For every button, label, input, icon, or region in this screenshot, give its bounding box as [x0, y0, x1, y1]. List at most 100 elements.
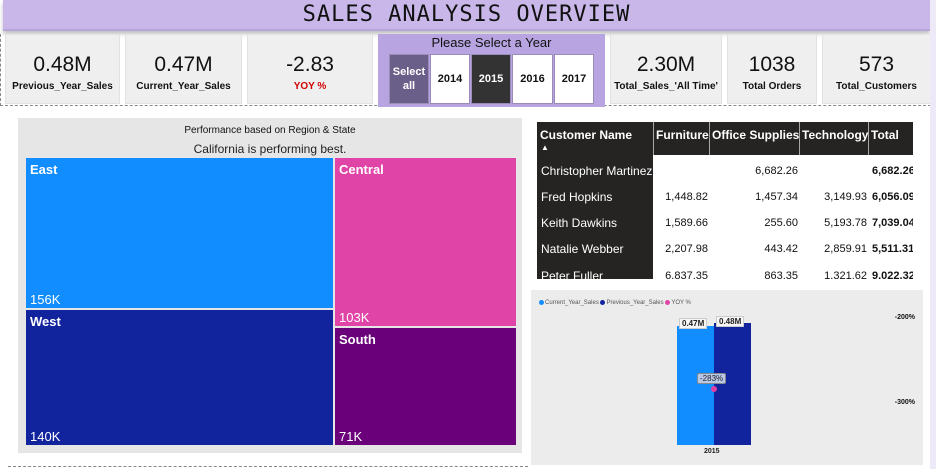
tile-name: West	[30, 314, 61, 329]
legend-dot	[600, 300, 606, 305]
column-header-furniture[interactable]: Furniture	[656, 128, 709, 142]
cell-furniture: 1,589.66	[665, 217, 708, 229]
column-divider	[709, 122, 710, 155]
treemap-tile-east[interactable]: East 156K	[26, 158, 333, 308]
legend-dot	[665, 300, 671, 305]
tile-value: 103K	[339, 310, 370, 325]
column-divider	[799, 122, 800, 155]
cell-office-supplies: 1,457.34	[755, 191, 798, 203]
kpi-label: Total_Customers	[836, 81, 917, 92]
legend-item-previous-year-sales[interactable]: Previous_Year_Sales	[600, 300, 664, 307]
treemap-tile-central[interactable]: Central 103K	[335, 158, 516, 326]
cell-customer-name: Fred Hopkins	[541, 190, 613, 204]
divider	[8, 466, 528, 467]
cell-office-supplies: 255.60	[764, 217, 798, 229]
table-row[interactable]: Peter Fuller 6,837.35 863.35 1,321.62 9,…	[537, 263, 913, 279]
column-header-technology[interactable]: Technology	[802, 128, 868, 142]
kpi-card-total-customers: 573 Total_Customers	[822, 34, 931, 104]
cell-customer-name: Christopher Martinez	[541, 164, 653, 178]
cell-total: 9,022.32	[872, 270, 913, 279]
treemap-title: Performance based on Region & State	[184, 125, 356, 136]
year-button-2014[interactable]: 2014	[430, 54, 470, 104]
x-axis-tick-label: 2015	[704, 448, 720, 455]
kpi-card-previous-year-sales: 0.48M Previous_Year_Sales	[5, 34, 120, 104]
secondary-axis-tick: -300%	[894, 399, 915, 406]
sales-comparison-chart: Current_Year_Sales Previous_Year_Sales Y…	[531, 290, 923, 465]
page-edge	[930, 0, 936, 469]
sort-ascending-icon[interactable]: ▲	[541, 143, 549, 152]
legend-item-yoy[interactable]: YOY %	[665, 300, 691, 306]
year-button-2015[interactable]: 2015	[471, 54, 511, 104]
bar-previous-year-sales[interactable]	[714, 323, 751, 445]
kpi-label: Total_Sales_'All Time'	[614, 81, 718, 92]
treemap-tile-west[interactable]: West 140K	[26, 310, 333, 445]
year-button-2017[interactable]: 2017	[554, 54, 594, 104]
cell-furniture: 6,837.35	[665, 270, 708, 279]
data-label-previous-year-sales: 0.48M	[716, 316, 745, 327]
year-select-all-button[interactable]: Select all	[389, 54, 429, 104]
table-row[interactable]: Fred Hopkins 1,448.82 1,457.34 3,149.93 …	[537, 184, 913, 210]
cell-technology: 5,193.78	[824, 217, 867, 229]
select-all-label-line1: Select	[392, 66, 426, 78]
cell-office-supplies: 863.35	[764, 270, 798, 279]
treemap-subtitle: California is performing best.	[193, 142, 347, 156]
column-header-total[interactable]: Total	[871, 128, 899, 142]
cell-technology: 3,149.93	[824, 191, 867, 203]
tile-value: 71K	[339, 429, 363, 444]
cell-total: 7,039.04	[872, 217, 913, 229]
data-label-current-year-sales: 0.47M	[679, 318, 708, 329]
cell-office-supplies: 443.42	[764, 243, 798, 255]
cell-customer-name: Keith Dawkins	[541, 216, 618, 230]
column-divider	[868, 122, 869, 155]
cell-customer-name: Natalie Webber	[541, 242, 624, 256]
page-title: SALES ANALYSIS OVERVIEW	[302, 2, 631, 27]
tile-value: 140K	[30, 429, 61, 444]
year-slicer: Please Select a Year Select all 2014 201…	[378, 34, 605, 107]
tile-value: 156K	[30, 292, 61, 307]
data-label-yoy: -283%	[697, 373, 727, 384]
cell-office-supplies: 6,682.26	[755, 165, 798, 177]
yoy-marker[interactable]	[711, 386, 717, 392]
kpi-label: Current_Year_Sales	[136, 81, 231, 92]
cell-customer-name: Peter Fuller	[541, 269, 604, 279]
legend-dot	[539, 300, 544, 305]
kpi-card-yoy: -2.83 YOY %	[247, 34, 373, 104]
kpi-label: Total Orders	[742, 81, 802, 92]
legend-label: YOY %	[671, 300, 691, 307]
cell-total: 6,682.26	[872, 165, 913, 177]
kpi-label: Previous_Year_Sales	[12, 81, 113, 92]
cell-technology: 2,859.91	[824, 243, 867, 255]
cell-technology: 1,321.62	[824, 270, 867, 279]
table-header: Customer Name ▲ Furniture Office Supplie…	[537, 122, 913, 155]
chart-legend: Current_Year_Sales Previous_Year_Sales Y…	[539, 300, 691, 306]
legend-item-current-year-sales[interactable]: Current_Year_Sales	[539, 300, 599, 306]
table-row[interactable]: Natalie Webber 2,207.98 443.42 2,859.91 …	[537, 236, 913, 262]
tile-name: South	[339, 332, 376, 347]
title-bar: SALES ANALYSIS OVERVIEW	[3, 0, 930, 31]
year-button-2016[interactable]: 2016	[512, 54, 553, 104]
kpi-value: 2.30M	[636, 53, 696, 76]
legend-label: Current_Year_Sales	[545, 300, 599, 307]
table-row[interactable]: Keith Dawkins 1,589.66 255.60 5,193.78 7…	[537, 210, 913, 236]
tile-name: Central	[339, 162, 384, 177]
kpi-card-current-year-sales: 0.47M Current_Year_Sales	[125, 34, 242, 104]
column-divider	[653, 122, 654, 155]
kpi-value: 0.47M	[154, 53, 213, 76]
kpi-value: -2.83	[286, 53, 334, 76]
kpi-value: 573	[858, 53, 895, 76]
tile-name: East	[30, 162, 58, 177]
legend-label: Previous_Year_Sales	[606, 300, 664, 307]
kpi-value: 0.48M	[33, 53, 92, 76]
year-slicer-header: Please Select a Year	[431, 35, 552, 50]
table-row[interactable]: Christopher Martinez 6,682.26 6,682.26	[537, 158, 913, 184]
treemap-panel: Performance based on Region & State Cali…	[18, 118, 522, 453]
column-header-customer-name[interactable]: Customer Name	[540, 128, 632, 142]
kpi-value: 1038	[748, 53, 796, 76]
bar-current-year-sales[interactable]	[677, 326, 714, 445]
column-header-office-supplies[interactable]: Office Supplies	[712, 128, 799, 142]
kpi-card-total-sales-all-time: 2.30M Total_Sales_'All Time'	[610, 34, 722, 104]
secondary-axis-tick: -200%	[894, 314, 915, 321]
treemap-tile-south[interactable]: South 71K	[335, 328, 516, 445]
cell-furniture: 1,448.82	[665, 191, 708, 203]
kpi-card-total-orders: 1038 Total Orders	[727, 34, 817, 104]
